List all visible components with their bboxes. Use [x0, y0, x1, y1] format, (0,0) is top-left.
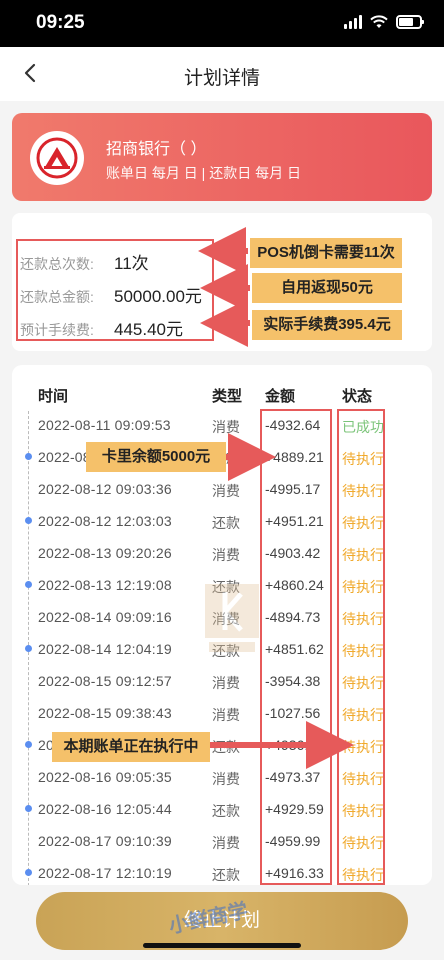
annotation-arrows: [198, 227, 354, 769]
callout-actual-fee: 实际手续费395.4元: [252, 310, 402, 340]
callout-cashback: 自用返现50元: [252, 273, 402, 303]
callout-pos: POS机倒卡需要11次: [250, 238, 402, 268]
callout-balance: 卡里余额5000元: [86, 442, 226, 472]
home-indicator: [143, 943, 301, 948]
callout-current-bill: 本期账单正在执行中: [52, 732, 210, 762]
